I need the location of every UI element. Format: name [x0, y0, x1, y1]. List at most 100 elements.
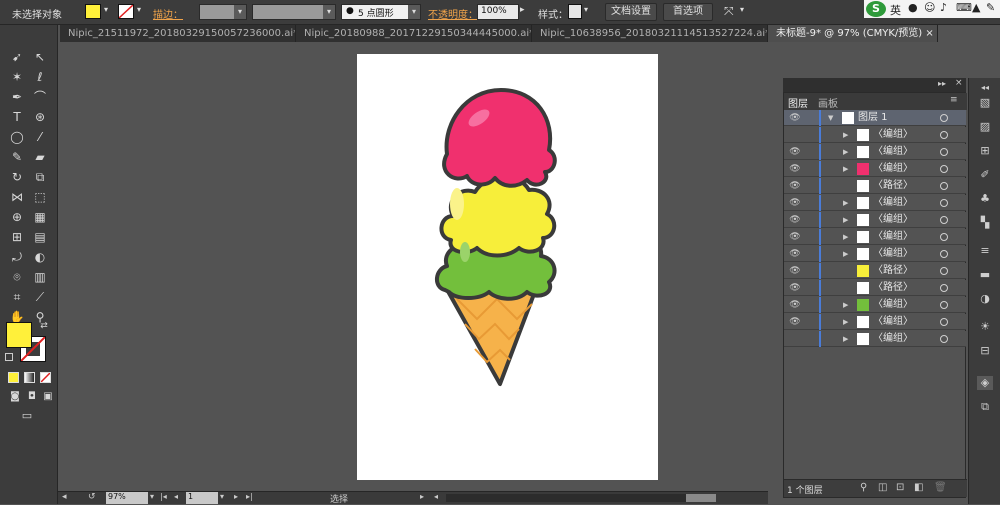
- collapse-panel-icon[interactable]: ▸▸: [938, 79, 946, 88]
- punctuation-icon[interactable]: ●: [908, 1, 918, 14]
- layer-row[interactable]: 👁 ▶ 〈编组〉: [784, 229, 966, 245]
- rotate-tool-icon[interactable]: ↻: [7, 168, 27, 186]
- transparency-panel-icon[interactable]: ◑: [977, 292, 993, 306]
- expand-triangle-icon[interactable]: ▶: [843, 246, 851, 262]
- pencil-tool-icon[interactable]: ✎: [7, 148, 27, 166]
- target-circle-icon[interactable]: [940, 318, 948, 326]
- visibility-eye-icon[interactable]: 👁: [788, 178, 802, 194]
- expand-triangle-icon[interactable]: ▶: [843, 297, 851, 313]
- stroke-dropdown-icon[interactable]: ▾: [137, 5, 141, 14]
- visibility-eye-icon[interactable]: 👁: [788, 229, 802, 245]
- eyedropper-tool-icon[interactable]: ⤾: [7, 248, 27, 266]
- expand-triangle-icon[interactable]: [843, 280, 851, 296]
- expand-triangle-icon[interactable]: ▶: [843, 195, 851, 211]
- default-colors-icon[interactable]: [5, 353, 13, 361]
- paintbrush-tool-icon[interactable]: ⁄: [30, 128, 50, 146]
- scale-tool-icon[interactable]: ⧉: [30, 168, 50, 186]
- tools-icon[interactable]: ✎: [986, 1, 995, 14]
- target-circle-icon[interactable]: [940, 182, 948, 190]
- appearance-panel-icon[interactable]: ☀: [977, 320, 993, 334]
- expand-triangle-icon[interactable]: ▶: [843, 161, 851, 177]
- stroke-weight-dropdown[interactable]: ▾: [199, 4, 247, 20]
- scrollbar-thumb[interactable]: [686, 494, 716, 502]
- first-artboard-icon[interactable]: |◂: [160, 492, 167, 501]
- scroll-left-icon[interactable]: ◂: [434, 492, 438, 501]
- target-circle-icon[interactable]: [940, 165, 948, 173]
- page-dropdown-icon[interactable]: ▾: [220, 492, 224, 501]
- stroke-swatch[interactable]: [118, 4, 134, 19]
- visibility-eye-icon[interactable]: 👁: [788, 195, 802, 211]
- preferences-button[interactable]: 首选项: [663, 3, 713, 21]
- layer-row[interactable]: 👁 ▶ 〈编组〉: [784, 195, 966, 211]
- color-panel-icon[interactable]: ▧: [977, 96, 993, 110]
- layer-row[interactable]: 👁 ▶ 〈编组〉: [784, 212, 966, 228]
- none-mode-icon[interactable]: [40, 372, 51, 383]
- tab-doc-2[interactable]: Nipic_20180988_20171229150344445000.ai* …: [296, 25, 532, 42]
- next-artboard-icon[interactable]: ▸: [234, 492, 238, 501]
- style-swatch[interactable]: [568, 4, 582, 19]
- spiral-tool-icon[interactable]: ⊛: [30, 108, 50, 126]
- screen-mode-icon[interactable]: ▭: [17, 407, 37, 425]
- visibility-eye-icon[interactable]: 👁: [788, 246, 802, 262]
- swap-colors-icon[interactable]: ⇄: [34, 317, 54, 335]
- artboards-panel-icon[interactable]: ⧉: [977, 400, 993, 414]
- collapse-triangle-icon[interactable]: ▼: [828, 110, 836, 126]
- skin-icon[interactable]: ▲: [972, 1, 980, 14]
- tab-layers[interactable]: 图层: [788, 95, 808, 110]
- layer-row[interactable]: 👁 〈路径〉: [784, 280, 966, 296]
- layer-row[interactable]: 👁 ▶ 〈编组〉: [784, 297, 966, 313]
- fill-swatch[interactable]: [85, 4, 101, 19]
- visibility-eye-icon[interactable]: [788, 127, 802, 143]
- opacity-arrow-icon[interactable]: ▸: [520, 5, 525, 15]
- brushes-panel-icon[interactable]: ✐: [977, 168, 993, 182]
- ellipse-tool-icon[interactable]: ◯: [7, 128, 27, 146]
- last-artboard-icon[interactable]: ▸|: [246, 492, 253, 501]
- tab-doc-1[interactable]: Nipic_21511972_20180329150057236000.ai* …: [60, 25, 296, 42]
- slice-tool-icon[interactable]: ⟋: [30, 288, 50, 306]
- voice-icon[interactable]: ♪: [940, 1, 947, 14]
- expand-triangle-icon[interactable]: [843, 263, 851, 279]
- target-circle-icon[interactable]: [940, 233, 948, 241]
- layer-row[interactable]: 👁 〈路径〉: [784, 178, 966, 194]
- new-layer-icon[interactable]: ◧: [914, 482, 923, 493]
- expand-triangle-icon[interactable]: ▶: [843, 229, 851, 245]
- visibility-eye-icon[interactable]: 👁: [788, 110, 802, 126]
- visibility-eye-icon[interactable]: 👁: [788, 212, 802, 228]
- artboard-page-field[interactable]: 1: [186, 492, 218, 504]
- close-panel-icon[interactable]: ×: [955, 78, 963, 88]
- layer-row[interactable]: 👁 〈路径〉: [784, 263, 966, 279]
- color-mode-icon[interactable]: [8, 372, 19, 383]
- gradient-tool-icon[interactable]: ▤: [30, 228, 50, 246]
- visibility-eye-icon[interactable]: 👁: [788, 280, 802, 296]
- emoji-icon[interactable]: ☺: [924, 1, 935, 14]
- blend-tool-icon[interactable]: ◐: [30, 248, 50, 266]
- perspective-grid-tool-icon[interactable]: ▦: [30, 208, 50, 226]
- type-tool-icon[interactable]: T: [7, 108, 27, 126]
- color-guide-icon[interactable]: ▨: [977, 120, 993, 134]
- target-circle-icon[interactable]: [940, 131, 948, 139]
- fill-dropdown-icon[interactable]: ▾: [104, 5, 108, 14]
- column-graph-tool-icon[interactable]: ▥: [30, 268, 50, 286]
- align-panel-icon[interactable]: ⊟: [977, 344, 993, 358]
- prev-artboard-icon[interactable]: ◂: [174, 492, 178, 501]
- target-circle-icon[interactable]: [940, 267, 948, 275]
- symbols-panel-icon[interactable]: ♣: [977, 192, 993, 206]
- visibility-eye-icon[interactable]: 👁: [788, 161, 802, 177]
- mesh-tool-icon[interactable]: ⊞: [7, 228, 27, 246]
- shape-builder-tool-icon[interactable]: ⊕: [7, 208, 27, 226]
- gradient-panel-icon[interactable]: ▬: [977, 268, 993, 282]
- doc-setup-button[interactable]: 文档设置: [605, 3, 657, 21]
- expand-triangle-icon[interactable]: ▶: [843, 144, 851, 160]
- artboard[interactable]: [357, 54, 658, 480]
- selection-tool-icon[interactable]: ➹: [7, 48, 27, 66]
- graphic-styles-icon[interactable]: ▚: [977, 216, 993, 230]
- clipping-mask-icon[interactable]: ◫: [878, 482, 887, 493]
- target-circle-icon[interactable]: [940, 301, 948, 309]
- target-circle-icon[interactable]: [940, 216, 948, 224]
- horizontal-scrollbar[interactable]: [446, 494, 716, 502]
- keyboard-icon[interactable]: ⌨: [956, 1, 972, 14]
- locate-object-icon[interactable]: ⚲: [860, 482, 867, 493]
- expand-triangle-icon[interactable]: ▶: [843, 127, 851, 143]
- magic-wand-tool-icon[interactable]: ✶: [7, 68, 27, 86]
- direct-selection-tool-icon[interactable]: ↖: [30, 48, 50, 66]
